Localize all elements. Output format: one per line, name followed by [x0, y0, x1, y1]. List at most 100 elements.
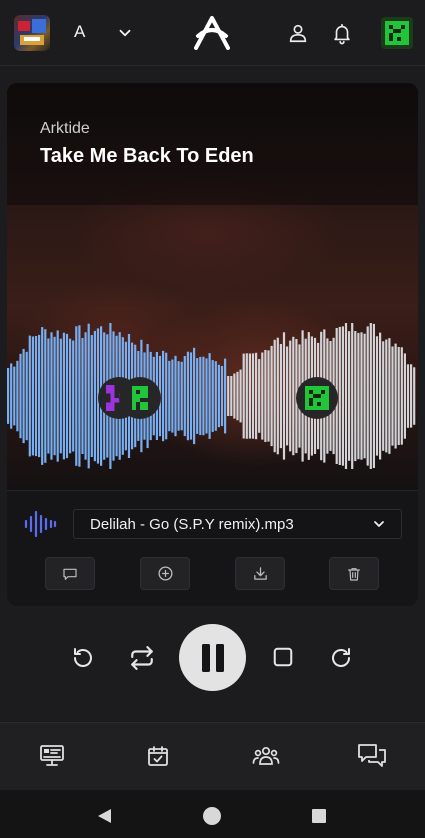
- waveform-bar: [279, 344, 282, 449]
- waveform-bar: [211, 360, 214, 432]
- waveform-bar: [267, 350, 270, 442]
- waveform-bar: [183, 356, 186, 437]
- back-icon[interactable]: [95, 807, 113, 825]
- waveform-bar: [397, 347, 400, 445]
- repeat-button[interactable]: [126, 642, 158, 674]
- waveform-bar: [168, 360, 171, 432]
- waveform-bar: [360, 332, 363, 460]
- nav-dashboard[interactable]: [37, 741, 67, 771]
- waveform-bar: [388, 338, 391, 454]
- waveform-bar: [34, 336, 38, 457]
- waveform-bar: [344, 323, 348, 469]
- file-select[interactable]: Delilah - Go (S.P.Y remix).mp3: [73, 509, 402, 539]
- home-icon[interactable]: [202, 806, 222, 826]
- bell-icon[interactable]: [331, 21, 353, 45]
- waveform-bar: [230, 376, 233, 416]
- waveform-bar: [403, 353, 406, 439]
- waveform-bar: [242, 353, 245, 439]
- waveform-bar: [382, 341, 385, 451]
- waveform-bar: [255, 352, 258, 440]
- waveform-bar: [53, 336, 56, 456]
- waveform-bar: [258, 359, 261, 433]
- player-card: Arktide Take Me Back To Eden Delilah - G…: [7, 83, 418, 606]
- comment-marker-green[interactable]: [119, 377, 161, 419]
- waveform-bar: [75, 326, 78, 466]
- waveform-bar: [369, 323, 372, 469]
- chevron-down-icon: [374, 521, 384, 527]
- add-button[interactable]: [140, 557, 190, 590]
- waveform-bar: [41, 327, 44, 465]
- dashboard-icon: [40, 745, 64, 766]
- waveform-bar: [351, 323, 354, 469]
- waveform-bar: [348, 331, 351, 461]
- waveform-bar: [270, 345, 273, 447]
- waveform-bar: [65, 333, 69, 459]
- waveform-bar: [78, 325, 81, 467]
- waveform-bar: [282, 332, 286, 460]
- waveform-bar: [81, 338, 84, 454]
- waveform-bar: [292, 336, 295, 456]
- waveform-bar: [19, 353, 22, 439]
- waveform-bar: [7, 368, 10, 424]
- waveform-bar: [385, 339, 388, 453]
- album-thumbnail[interactable]: [14, 15, 50, 51]
- waveform-bar: [224, 358, 227, 434]
- waveform-bar: [186, 351, 189, 441]
- file-select-value: Delilah - Go (S.P.Y remix).mp3: [90, 516, 294, 533]
- waveform-bar: [372, 323, 375, 468]
- download-button[interactable]: [235, 557, 285, 590]
- waveform-bar: [227, 376, 230, 416]
- waveform-bar: [171, 359, 174, 433]
- waveform-bar: [28, 335, 31, 457]
- nav-team[interactable]: [251, 741, 281, 771]
- waveform-bar: [44, 329, 47, 463]
- waveform-bar: [180, 361, 183, 431]
- waveform-bar: [357, 332, 360, 460]
- waveform-bar: [341, 326, 344, 466]
- nav-calendar[interactable]: [143, 741, 173, 771]
- rewind-button[interactable]: [68, 643, 98, 673]
- comment-marker-avatar[interactable]: [296, 377, 338, 419]
- forward-button[interactable]: [326, 643, 356, 673]
- waveform-bar: [38, 334, 41, 458]
- waveform-bar: [220, 366, 224, 427]
- waveform-bar: [366, 326, 369, 466]
- pause-button[interactable]: [179, 624, 246, 691]
- waveform-bar: [233, 373, 236, 419]
- waveform-bar: [193, 347, 196, 445]
- waveform-bar: [406, 364, 410, 428]
- divider: [7, 490, 418, 491]
- add-icon: [157, 566, 173, 581]
- audio-file-icon: [24, 510, 57, 538]
- waveform[interactable]: [7, 321, 418, 471]
- chevron-down-icon[interactable]: [116, 24, 134, 42]
- delete-button[interactable]: [329, 557, 379, 590]
- waveform-bar: [413, 367, 416, 425]
- workspace-letter[interactable]: A: [74, 22, 85, 42]
- avatar[interactable]: [381, 17, 413, 49]
- waveform-bar: [379, 332, 382, 460]
- waveform-bar: [276, 337, 279, 455]
- waveform-bar: [16, 360, 19, 432]
- user-icon[interactable]: [287, 21, 309, 45]
- logo[interactable]: [192, 14, 232, 50]
- track-title: Take Me Back To Eden: [40, 145, 254, 167]
- waveform-bar: [174, 355, 177, 437]
- comment-icon: [63, 568, 77, 580]
- waveform-bar: [264, 350, 267, 442]
- waveform-bar: [93, 330, 96, 462]
- waveform-bar: [10, 363, 13, 429]
- waveform-bar: [239, 369, 242, 423]
- nav-chat[interactable]: [357, 741, 387, 771]
- comment-button[interactable]: [45, 557, 95, 590]
- waveform-bar: [261, 352, 264, 440]
- waveform-bar: [31, 336, 34, 456]
- waveform-bar: [338, 326, 341, 465]
- waveform-bar: [400, 347, 403, 445]
- trash-icon: [348, 567, 360, 581]
- waveform-bar: [162, 350, 165, 442]
- recents-icon[interactable]: [311, 808, 327, 824]
- stop-button[interactable]: [269, 643, 297, 671]
- bottom-nav: [0, 722, 425, 790]
- waveform-bar: [50, 332, 53, 460]
